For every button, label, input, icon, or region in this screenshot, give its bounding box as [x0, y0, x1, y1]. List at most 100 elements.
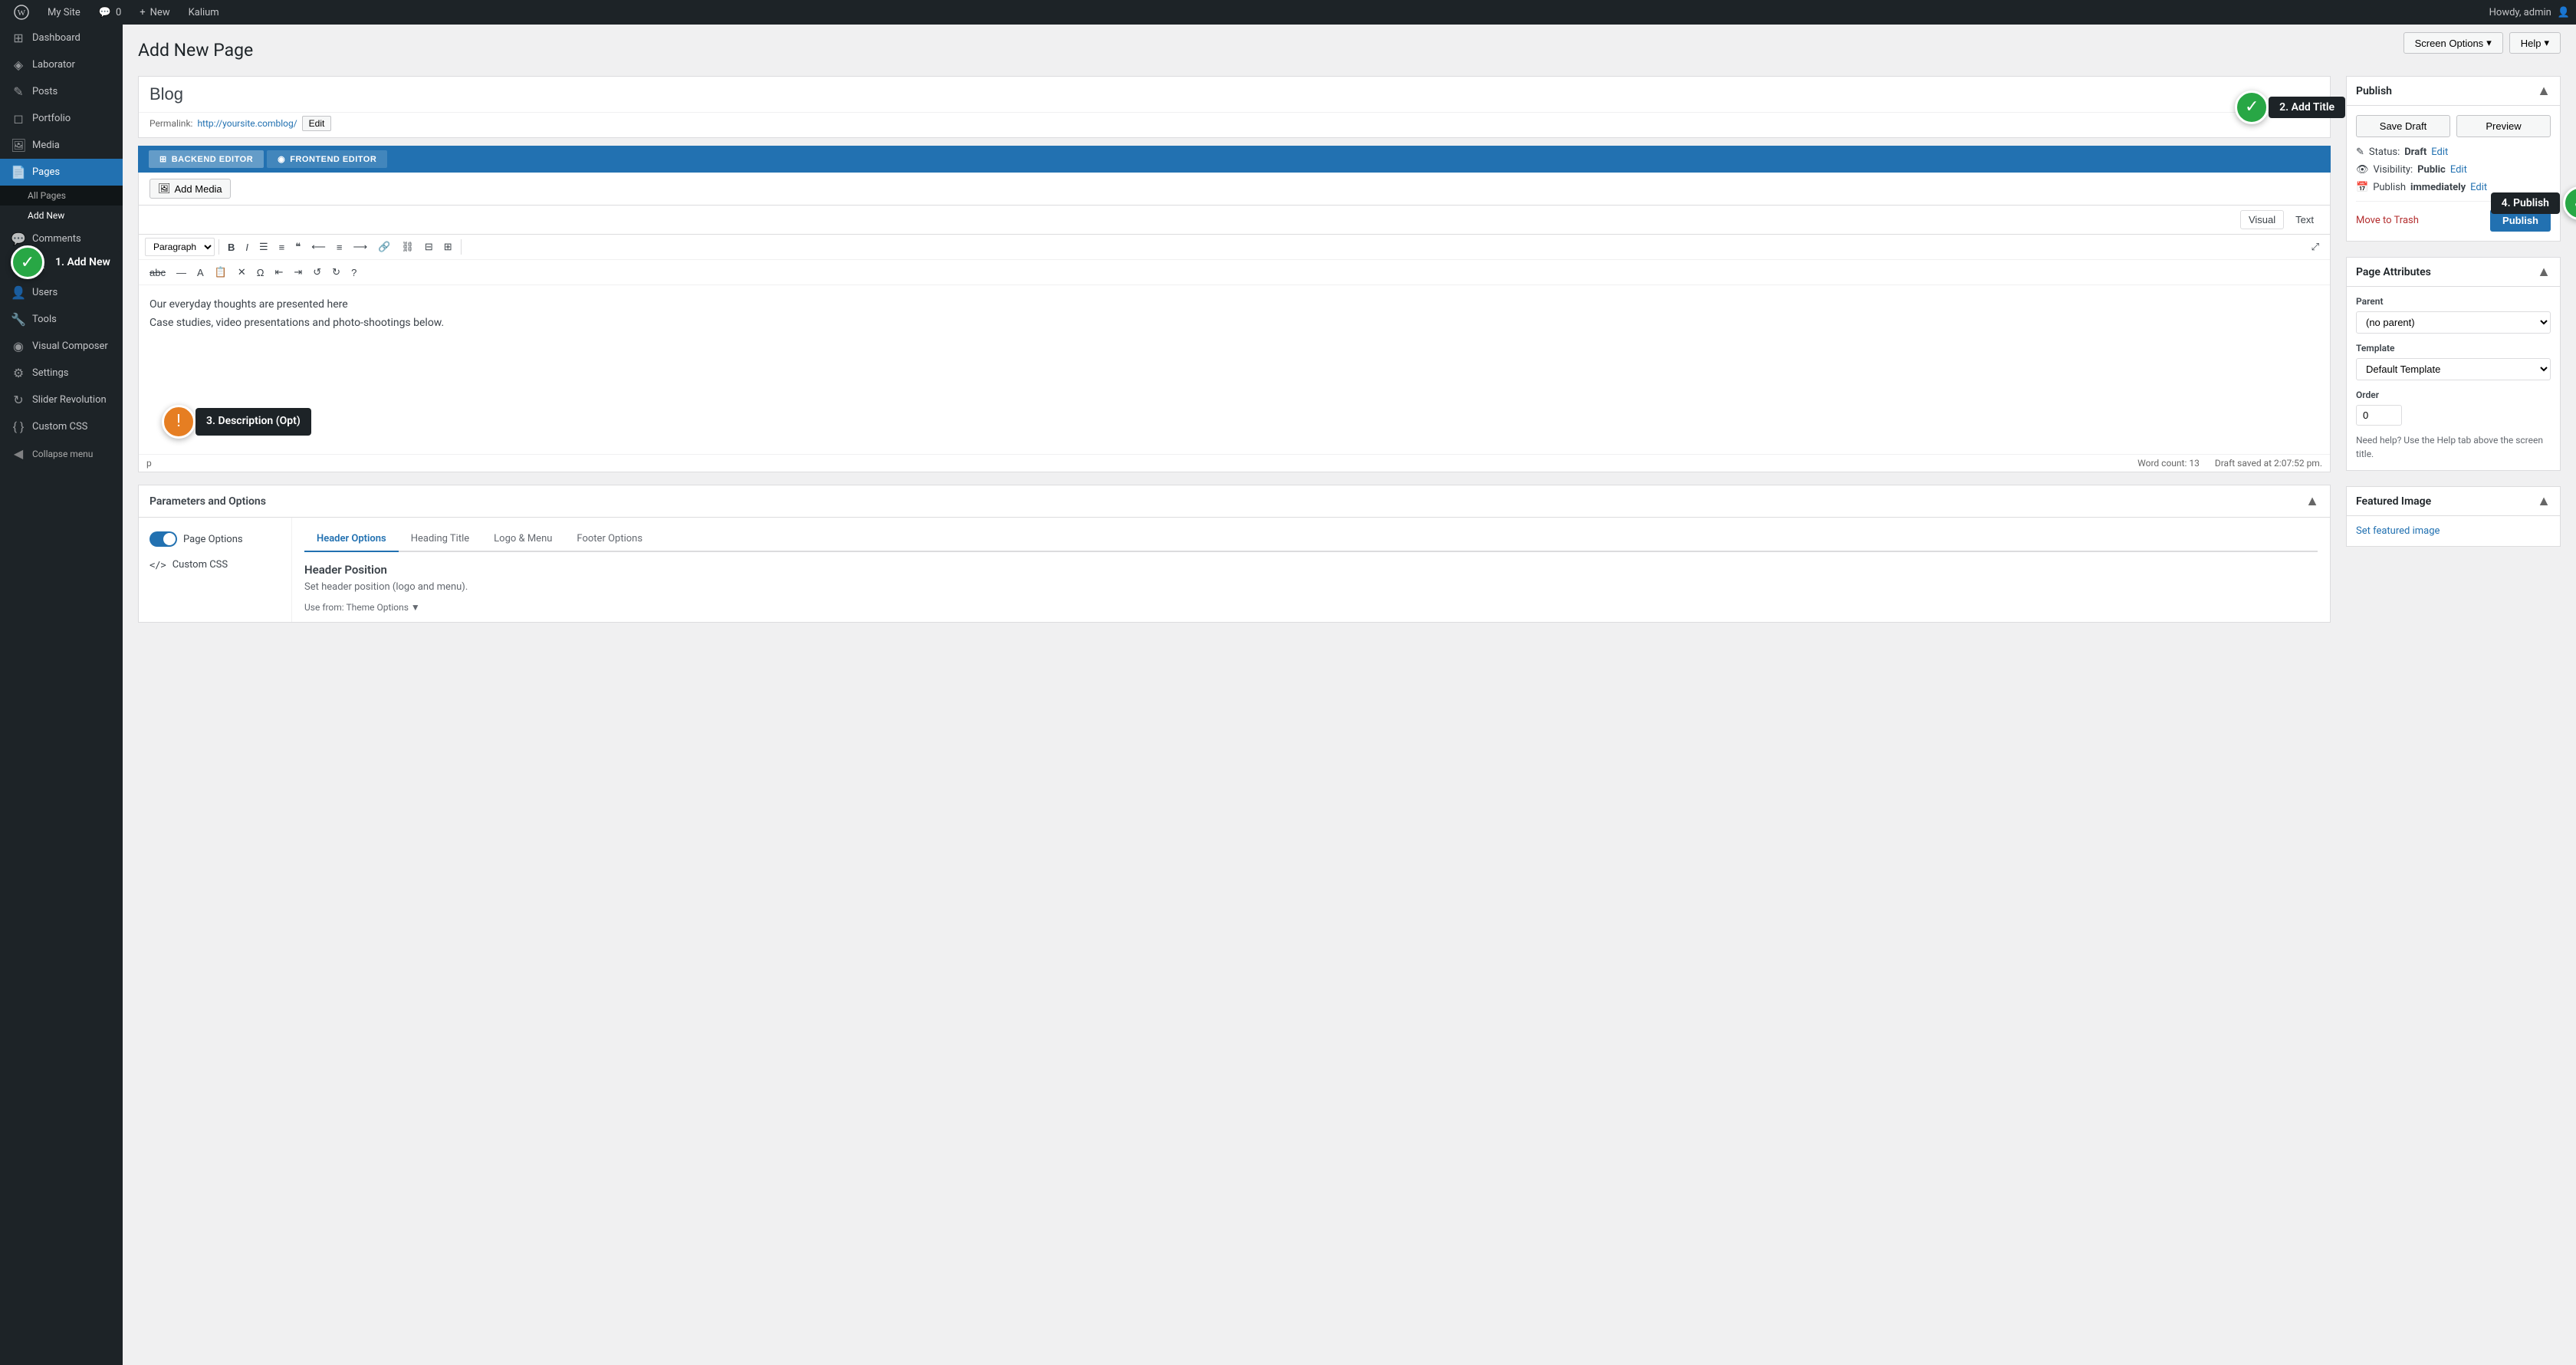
adminbar-comments[interactable]: 💬 0	[91, 0, 130, 25]
permalink-url[interactable]: http://yoursite.comblog/	[197, 118, 297, 129]
italic-button[interactable]: I	[241, 238, 253, 256]
featured-image-title: Featured Image	[2356, 495, 2431, 508]
publish-timing-edit-link[interactable]: Edit	[2470, 182, 2487, 193]
publish-box-toggle[interactable]: ▲	[2537, 83, 2551, 99]
sidebar-item-visual-composer[interactable]: ◉ Visual Composer	[0, 333, 123, 360]
submenu-add-new[interactable]: Add New	[0, 206, 123, 225]
insert-button[interactable]: ⊟	[420, 238, 438, 256]
submenu-all-pages[interactable]: All Pages	[0, 186, 123, 206]
text-tab[interactable]: Text	[2287, 210, 2322, 229]
adminbar-wp-logo[interactable]: W	[6, 0, 37, 25]
sidebar-item-custom-css[interactable]: { } Custom CSS	[0, 413, 123, 440]
sidebar-item-settings[interactable]: ⚙ Settings	[0, 360, 123, 386]
strikethrough-button[interactable]: abc	[145, 264, 170, 281]
laborator-icon: ◈	[11, 58, 26, 72]
visual-tab-label: Visual	[2249, 214, 2275, 225]
sidebar-item-tools[interactable]: 🔧 Tools	[0, 306, 123, 333]
add-media-button[interactable]: 🖼 Add Media	[150, 179, 231, 199]
sidebar-item-collapse-menu[interactable]: ◀ Collapse menu	[0, 440, 123, 467]
mce-toolbar-1: Paragraph Heading 1 Heading 2 B I ☰ ≡ ❝ …	[139, 235, 2330, 260]
text-color-button[interactable]: A	[192, 264, 209, 281]
backend-editor-tab[interactable]: ⊞ BACKEND EDITOR	[149, 150, 264, 168]
params-tab-heading-title[interactable]: Heading Title	[399, 527, 481, 552]
publish-box: Publish ▲ Save Draft Preview	[2346, 76, 2561, 242]
status-edit-link[interactable]: Edit	[2431, 146, 2448, 158]
kalium-label: Kalium	[189, 7, 219, 18]
parent-select[interactable]: (no parent)	[2356, 311, 2551, 334]
screen-options-button[interactable]: Screen Options ▾	[2404, 32, 2503, 54]
paste-button[interactable]: 📋	[210, 263, 232, 281]
paragraph-select[interactable]: Paragraph Heading 1 Heading 2	[145, 238, 215, 256]
hr-button[interactable]: —	[172, 264, 191, 281]
page-options-toggle[interactable]	[150, 531, 177, 547]
order-input[interactable]	[2356, 405, 2402, 426]
sidebar-item-pages[interactable]: 📄 Pages	[0, 159, 123, 186]
users-icon: 👤	[11, 285, 26, 300]
adminbar-kalium[interactable]: Kalium	[181, 0, 227, 25]
indent-button[interactable]: ⇥	[289, 263, 307, 281]
editor-content-area[interactable]: Our everyday thoughts are presented here…	[139, 285, 2330, 454]
table-button[interactable]: ⊞	[439, 238, 457, 256]
save-draft-label: Save Draft	[2380, 120, 2426, 132]
link-button[interactable]: 🔗	[373, 238, 395, 256]
align-left-button[interactable]: ⟵	[307, 238, 330, 256]
sidebar-item-posts[interactable]: ✎ Posts	[0, 78, 123, 105]
help-button[interactable]: Help ▾	[2509, 32, 2561, 54]
backend-editor-label: BACKEND EDITOR	[172, 155, 253, 164]
redo-button[interactable]: ↻	[327, 263, 345, 281]
blockquote-button[interactable]: ❝	[291, 238, 305, 256]
sidebar-item-laborator[interactable]: ◈ Laborator	[0, 51, 123, 78]
visibility-edit-link[interactable]: Edit	[2450, 164, 2467, 176]
adminbar-site-name[interactable]: My Site	[40, 0, 88, 25]
align-right-button[interactable]: ⟶	[349, 238, 373, 256]
sidebar-item-dashboard[interactable]: ⊞ Dashboard	[0, 25, 123, 51]
align-center-button[interactable]: ≡	[332, 238, 347, 256]
avatar-icon: 👤	[2558, 7, 2570, 18]
frontend-editor-tab[interactable]: ◉ FRONTEND EDITOR	[267, 150, 387, 168]
save-draft-button[interactable]: Save Draft	[2356, 115, 2450, 137]
visibility-value: Public	[2417, 164, 2446, 176]
bold-button[interactable]: B	[223, 238, 239, 256]
special-char-button[interactable]: Ω	[252, 264, 269, 281]
sidebar-item-users[interactable]: 👤 Users	[0, 279, 123, 306]
edit-slug-button[interactable]: Edit	[302, 116, 332, 131]
params-page-options[interactable]: Page Options	[139, 525, 291, 553]
bullet-list-button[interactable]: ☰	[255, 238, 273, 256]
preview-button[interactable]: Preview	[2456, 115, 2551, 137]
sidebar-item-slider-revolution[interactable]: ↻ Slider Revolution	[0, 386, 123, 413]
comment-count: 0	[116, 7, 121, 18]
visibility-label: Visibility:	[2374, 164, 2413, 176]
adminbar-new[interactable]: + New	[132, 0, 177, 25]
visibility-row: 👁 Visibility: Public Edit	[2356, 164, 2551, 176]
visual-tab[interactable]: Visual	[2240, 210, 2284, 229]
page-options-label: Page Options	[183, 534, 243, 545]
title-div: ✓ 2. Add Title Permalink: http://yoursit…	[138, 76, 2331, 138]
sidebar-item-media[interactable]: 🖼 Media	[0, 132, 123, 159]
clear-button[interactable]: ✕	[233, 263, 251, 281]
comments-icon: 💬	[11, 232, 26, 246]
help-editor-button[interactable]: ?	[347, 264, 361, 281]
params-tab-logo-menu[interactable]: Logo & Menu	[481, 527, 564, 552]
number-list-button[interactable]: ≡	[274, 238, 290, 256]
page-title-input[interactable]	[139, 77, 2330, 112]
template-select[interactable]: Default Template	[2356, 358, 2551, 380]
custom-css-label: Custom CSS	[32, 421, 87, 433]
params-custom-css[interactable]: </> Custom CSS	[139, 553, 291, 577]
status-row: ✎ Status: Draft Edit	[2356, 146, 2551, 158]
params-tab-footer-options[interactable]: Footer Options	[564, 527, 655, 552]
params-tab-header-options[interactable]: Header Options	[304, 527, 399, 552]
unlink-button[interactable]: ⛓	[396, 238, 419, 256]
params-toggle-button[interactable]: ▲	[2305, 493, 2319, 509]
outdent-button[interactable]: ⇤	[270, 263, 288, 281]
frontend-editor-label: FRONTEND EDITOR	[290, 155, 376, 164]
featured-image-content: Set featured image	[2347, 516, 2560, 546]
step3-badge: ! 3. Description (Opt)	[162, 405, 311, 439]
undo-button[interactable]: ↺	[308, 263, 326, 281]
page-attributes-toggle[interactable]: ▲	[2537, 264, 2551, 280]
sidebar-item-portfolio[interactable]: ◻ Portfolio	[0, 105, 123, 132]
tools-icon: 🔧	[11, 312, 26, 327]
move-to-trash-link[interactable]: Move to Trash	[2356, 215, 2419, 226]
featured-image-toggle[interactable]: ▲	[2537, 493, 2551, 509]
fullscreen-button[interactable]: ⤢	[2307, 238, 2324, 256]
set-featured-image-link[interactable]: Set featured image	[2356, 525, 2440, 537]
